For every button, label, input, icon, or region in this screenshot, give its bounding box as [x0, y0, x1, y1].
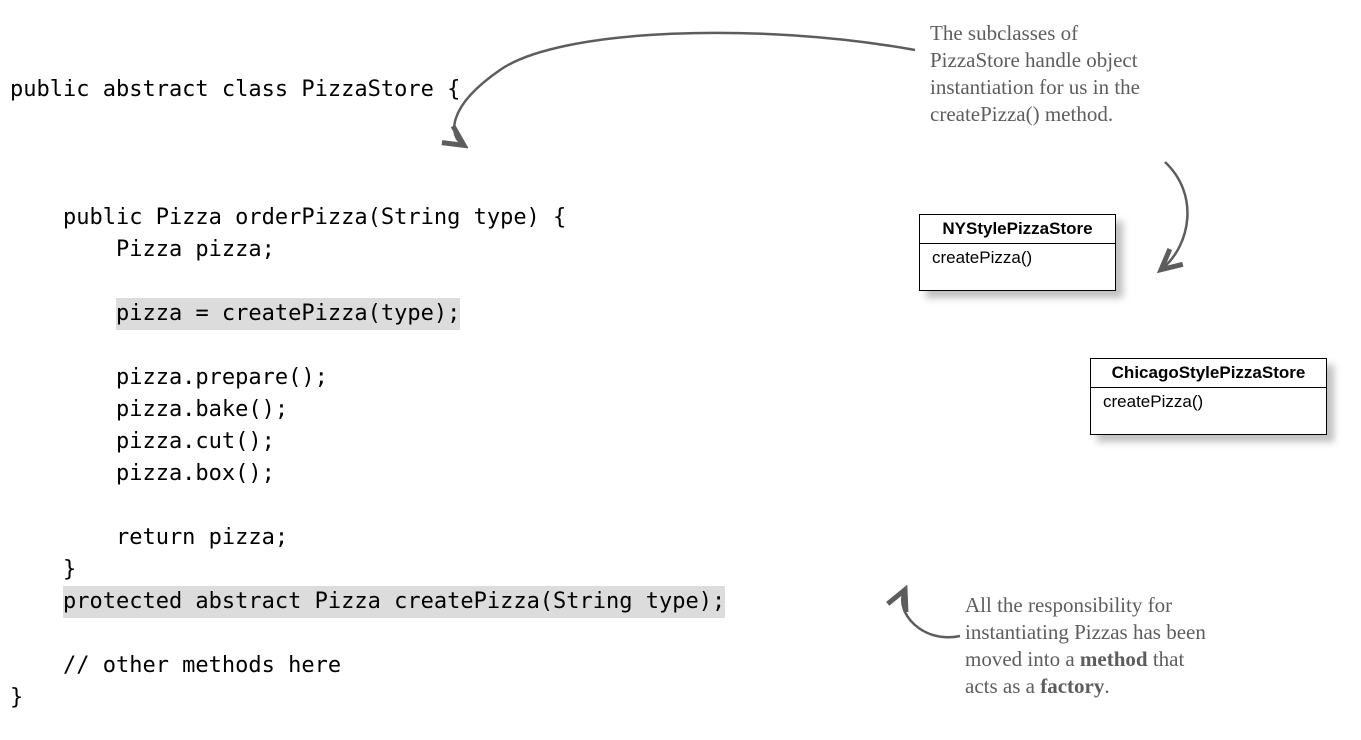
- code-line: pizza.cut();: [10, 429, 275, 454]
- code-line: public abstract class PizzaStore {: [10, 77, 460, 102]
- code-line: Pizza pizza;: [10, 237, 275, 262]
- code-line: pizza.box();: [10, 461, 275, 486]
- class-box-chicago-pizza-store: ChicagoStylePizzaStore createPizza(): [1090, 358, 1327, 435]
- class-method: createPizza(): [1091, 388, 1326, 434]
- annotation-text: .: [1104, 674, 1109, 698]
- arrow-bottom-note-to-abstract-icon: [902, 592, 960, 637]
- class-box-ny-pizza-store: NYStylePizzaStore createPizza(): [919, 214, 1116, 291]
- class-method: createPizza(): [920, 244, 1115, 290]
- code-line: }: [10, 685, 23, 710]
- code-line: public Pizza orderPizza(String type) {: [10, 205, 566, 230]
- code-highlight-createpizza-call: pizza = createPizza(type);: [116, 298, 460, 330]
- code-line: return pizza;: [10, 525, 288, 550]
- code-line: }: [10, 557, 76, 582]
- code-block: public abstract class PizzaStore { publi…: [10, 74, 725, 714]
- class-title: NYStylePizzaStore: [920, 215, 1115, 244]
- code-line-pad: [10, 301, 116, 326]
- code-line: // other methods here: [10, 653, 341, 678]
- annotation-bold-method: method: [1080, 647, 1148, 671]
- annotation-subclasses: The subclasses of PizzaStore handle obje…: [930, 20, 1270, 128]
- code-line: pizza.prepare();: [10, 365, 328, 390]
- code-highlight-abstract-createpizza: protected abstract Pizza createPizza(Str…: [63, 586, 725, 618]
- code-line-pad: [10, 589, 63, 614]
- annotation-factory-method: All the responsibility for instantiating…: [965, 592, 1305, 700]
- annotation-bold-factory: factory: [1040, 674, 1104, 698]
- class-title: ChicagoStylePizzaStore: [1091, 359, 1326, 388]
- arrow-top-note-to-ny-box-icon: [1163, 162, 1187, 268]
- code-line: pizza.bake();: [10, 397, 288, 422]
- diagram-page: public abstract class PizzaStore { publi…: [0, 0, 1361, 740]
